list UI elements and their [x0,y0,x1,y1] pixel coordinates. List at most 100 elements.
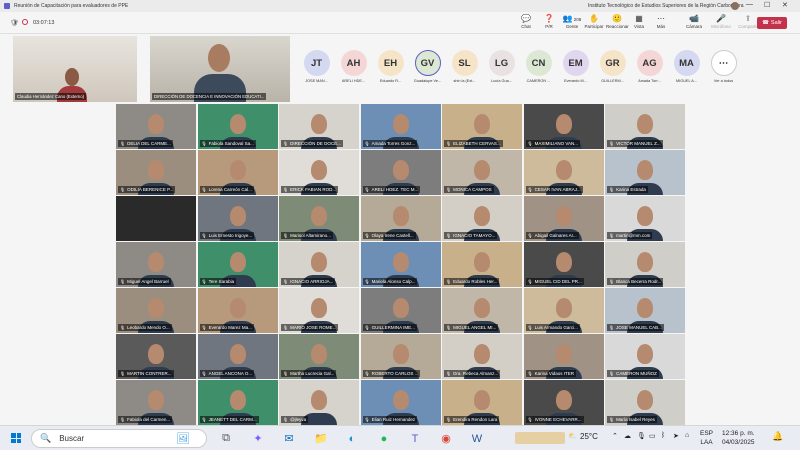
participant-avatar[interactable]: LG Lucía Gua... [483,50,520,83]
maximize-icon[interactable]: ☐ [764,1,770,9]
video-tile[interactable]: 🎙 ROBERTO CARLOS ... [360,334,441,379]
bluetooth-icon[interactable]: ᛒ [661,432,665,439]
video-tile[interactable]: 🎙 IGNACIO TAMAYO... [442,196,522,241]
video-tile[interactable]: 🎙 IVONNE ECHEVARR... [523,380,604,425]
video-tile[interactable]: 🎙 MIGUEL CID DEL PR... [523,242,604,287]
video-tile[interactable]: 🎙 JOSE MANUEL CAB... [605,288,685,333]
people-button[interactable]: 👥208 Gente [561,14,583,29]
minimize-icon[interactable]: — [746,1,753,8]
video-tile[interactable]: 🎙 MARIO JOSE ROME... [279,288,359,333]
user-avatar[interactable] [731,2,739,10]
notification-icon[interactable]: 🔔 [772,431,783,442]
participant-avatar[interactable]: EM Everardo M... [557,50,594,83]
mic-button[interactable]: 🎤 Micrófono [710,14,732,29]
task-view-icon[interactable]: ⧉ [218,431,234,446]
camera-tray-icon[interactable]: ▭ [649,432,656,440]
video-tile[interactable]: 🎙 JEANETT DEL CARM... [197,380,278,425]
video-tile[interactable]: 🎙 Luis Armando Garci... [523,288,604,333]
video-tile[interactable]: 🎙 MAXIMILIANO VAN... [523,104,604,149]
video-tile[interactable]: 🎙 DELIA DEL CARME... [116,104,196,149]
video-tile[interactable]: 🎙 Amada Torres Gonz... [360,104,441,149]
share-button[interactable]: ⬆ Compartir [737,14,759,29]
spotify-icon[interactable]: ● [376,431,392,446]
video-tile[interactable]: 🎙 Karina Vidaos ITER [523,334,604,379]
video-tile[interactable]: 🎙 Erendira Rendon Lara [442,380,522,425]
video-tile[interactable]: 🎙 MARTIN CONTRER... [116,334,196,379]
language-indicator[interactable]: ESP LAA [700,429,713,447]
participant-avatar[interactable]: GV Guadalupe Ve... [409,50,446,83]
video-tile[interactable]: 🎙 GUILLERMINA IME... [360,288,441,333]
participant-avatar[interactable]: MA MIGUEL A... [668,50,705,83]
raise-button[interactable]: ✋ Participar [583,14,605,29]
video-tile[interactable]: 🎙 VICTOR MANUEL Z... [605,104,685,149]
video-tile[interactable]: 🎙 @jleyva [279,380,359,425]
onedrive-icon[interactable]: ☁ [624,432,631,440]
react-button[interactable]: 🙂 Reaccionar [606,14,629,29]
participant-avatar[interactable]: GR GUILLERM... [594,50,631,83]
participant-avatar[interactable]: AH ARELI HDE... [335,50,372,83]
participant-avatar[interactable]: CN CAMERON ... [520,50,557,83]
video-tile[interactable]: 🎙 Elian Ruiz Hernandez [360,380,441,425]
video-tile[interactable] [116,196,196,241]
weather-widget-icon[interactable] [515,432,565,444]
word-icon[interactable]: W [469,431,485,446]
video-tile[interactable]: 🎙 CAMERON MUÑOZ [605,334,685,379]
widgets-icon[interactable]: 🖼 [175,431,191,446]
video-tile[interactable]: 🎙 IGNACIO ARRIOJA... [279,242,359,287]
video-tile[interactable]: 🎙 ERICK FABIAN ROD... [279,150,359,195]
participant-avatar[interactable]: EH Eduardo R... [372,50,409,83]
video-tile[interactable]: 🎙 ODILIA BERENICE P... [116,150,196,195]
pinned-video-2[interactable]: DIRECCIÓN DE DOCENCIA E INNOVACIÓN EDUCA… [150,36,290,102]
video-tile[interactable]: 🎙 Miguel Angel Barruel [116,242,196,287]
participant-avatar[interactable]: SL shin la (Ext... [446,50,483,83]
chrome-icon[interactable]: ◉ [438,431,454,446]
clock[interactable]: 12:36 p. m. 04/03/2025 [722,429,755,447]
video-tile[interactable]: 🎙 ELIZABETH CERVAS... [442,104,522,149]
video-tile[interactable]: 🎙 Fabiola Sandoval Sa... [197,104,278,149]
qa-button[interactable]: ❓ P/R [538,14,560,29]
chevron-up-icon[interactable]: ⌃ [612,432,618,440]
video-tile[interactable]: 🎙 Marisol Altamirano... [279,196,359,241]
participant-avatar[interactable]: AG Amada Torr... [631,50,668,83]
participant-avatar[interactable]: JT JOSE MAN... [298,50,335,83]
folder-icon[interactable]: 📁 [313,431,329,446]
chat-button[interactable]: 💬 Chat [515,14,537,29]
video-tile[interactable]: 🎙 Tere Sarabia [197,242,278,287]
video-tile[interactable]: 🎙 Abigail Galnares Ar... [523,196,604,241]
pinned-video-1[interactable]: Claudia Hernández Cano (Externo) [13,36,137,102]
video-tile[interactable]: 🎙 Olaya Irene Castell... [360,196,441,241]
video-tile[interactable]: 🎙 Fabiola del Carmen... [116,380,196,425]
close-icon[interactable]: ✕ [782,1,788,9]
leave-button[interactable]: ☎ Salir [757,17,787,29]
video-tile[interactable]: 🎙 CESAR IVAN ABRAJ... [523,150,604,195]
view-all-button[interactable]: ⋯ Ver a todos [705,50,742,83]
mic-tray-icon[interactable]: 🎙 [637,432,646,440]
video-tile[interactable]: 🎙 Blanca Becerra Rodr... [605,242,685,287]
video-tile[interactable]: 🎙 Luis Ernesto Irigoye... [197,196,278,241]
video-tile[interactable]: 🎙 Karina Estrada [605,150,685,195]
video-tile[interactable]: 🎙 Lorena Carreón Cal... [197,150,278,195]
camera-button[interactable]: 📹 Cámara [683,14,705,29]
video-tile[interactable]: 🎙 Martha Lucrecia Gal... [279,334,359,379]
view-button[interactable]: ▦ Vista [628,14,650,29]
video-tile[interactable]: 🎙 ANGEL ANCONA O... [197,334,278,379]
video-tile[interactable]: 🎙 ARELI HDEZ. TEC M... [360,150,441,195]
start-button[interactable] [11,433,21,443]
video-tile[interactable]: 🎙 María Isabel Reyes [605,380,685,425]
video-tile[interactable]: 🎙 Everardo Marez Ma... [197,288,278,333]
video-tile[interactable]: 🎙 Eduardo Robles Her... [442,242,522,287]
outlook-icon[interactable]: ✉ [281,431,297,446]
app-tray-icon[interactable]: ⌂ [685,432,689,439]
edge-icon[interactable]: ◐ [344,431,360,446]
teams-icon[interactable]: T [407,431,423,446]
more-button[interactable]: ⋯ Más [650,14,672,29]
video-tile[interactable]: 🎙 Leobardo Mendo O... [116,288,196,333]
video-tile[interactable]: 🎙 DIRECCIÓN DE DOCE... [279,104,359,149]
location-icon[interactable]: ➤ [673,432,679,440]
copilot-icon[interactable]: ✦ [250,431,266,446]
video-tile[interactable]: 🎙 MIGUEL ANGEL MI... [442,288,522,333]
video-tile[interactable]: 🎙 Mariela Alonso Calp... [360,242,441,287]
weather-temp[interactable]: 25°C [580,432,598,441]
video-tile[interactable]: 🎙 martin@mm.com [605,196,685,241]
video-tile[interactable]: 🎙 Dra. Rebeca Almanz... [442,334,522,379]
